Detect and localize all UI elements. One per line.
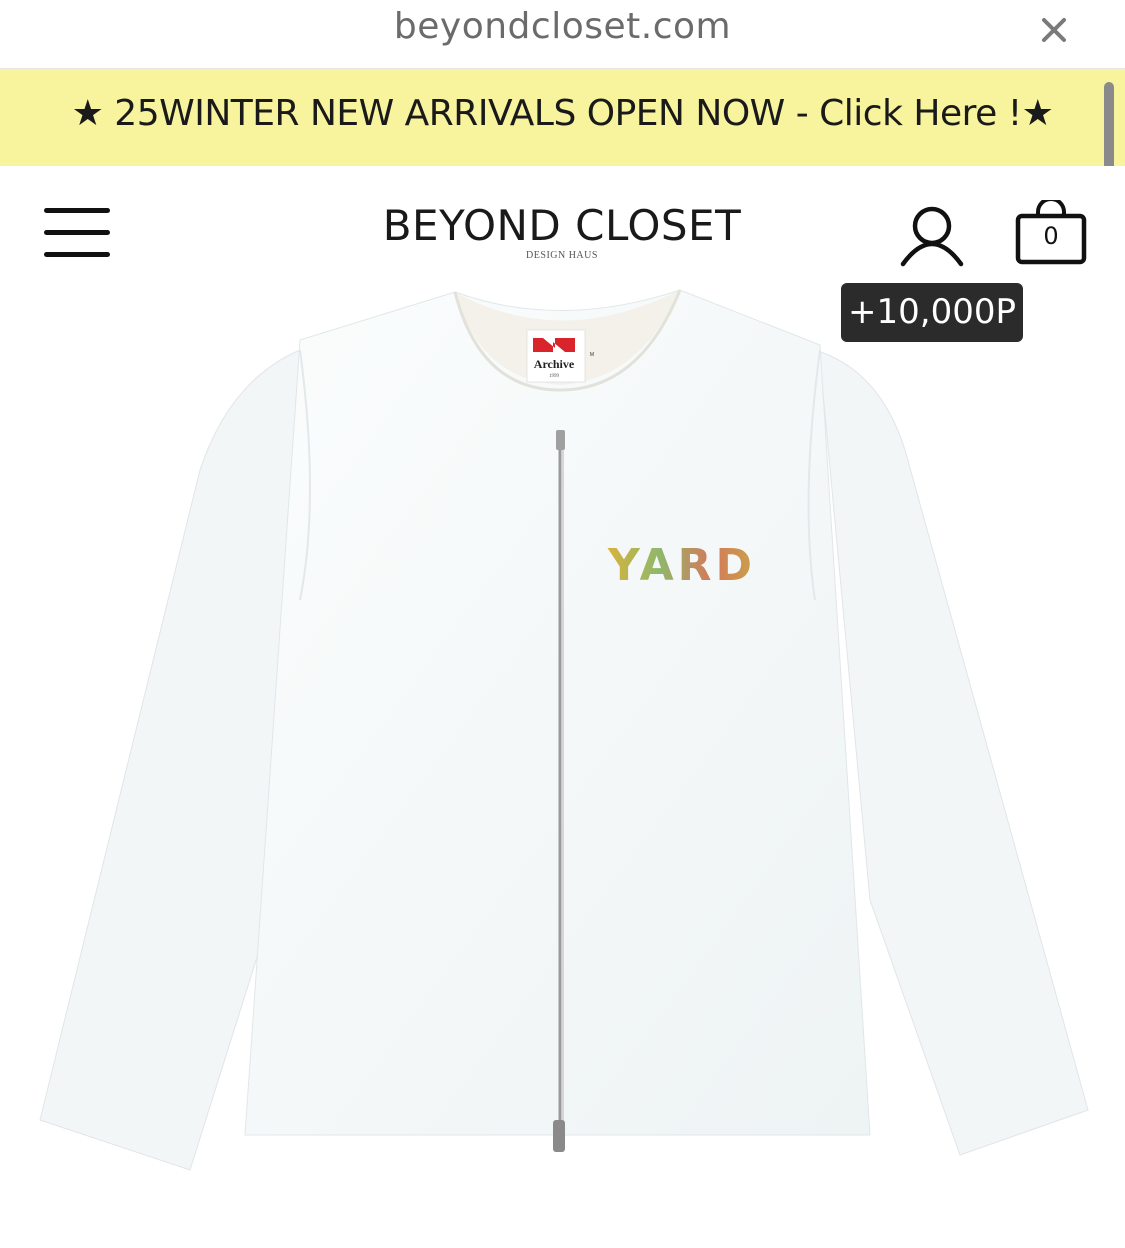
promo-banner[interactable]: ★ 25WINTER NEW ARRIVALS OPEN NOW - Click…	[0, 69, 1125, 166]
logo-wordmark: BEYOND CLOSET	[382, 201, 742, 250]
user-icon[interactable]	[898, 204, 966, 268]
hamburger-menu-icon[interactable]	[44, 208, 110, 258]
shopping-bag-icon[interactable]: 0	[1014, 200, 1088, 266]
label-size: M	[590, 352, 594, 358]
product-image[interactable]: Archive 1999 M YARD	[0, 286, 1125, 1243]
print-text: YARD	[607, 540, 756, 591]
url-text[interactable]: beyondcloset.com	[0, 6, 1125, 47]
cart-count-badge: 0	[1043, 222, 1059, 250]
browser-url-bar: beyondcloset.com	[0, 0, 1125, 69]
site-logo[interactable]: BEYOND CLOSET DESIGN HAUS	[362, 201, 762, 262]
label-brand: Archive	[534, 357, 575, 371]
points-reward-badge[interactable]: +10,000P	[841, 283, 1023, 342]
close-icon[interactable]	[1036, 12, 1072, 48]
site-header: BEYOND CLOSET DESIGN HAUS 0	[0, 166, 1125, 286]
logo-tagline: DESIGN HAUS	[526, 250, 598, 261]
promo-banner-text[interactable]: ★ 25WINTER NEW ARRIVALS OPEN NOW - Click…	[0, 93, 1125, 134]
label-year: 1999	[549, 374, 560, 379]
